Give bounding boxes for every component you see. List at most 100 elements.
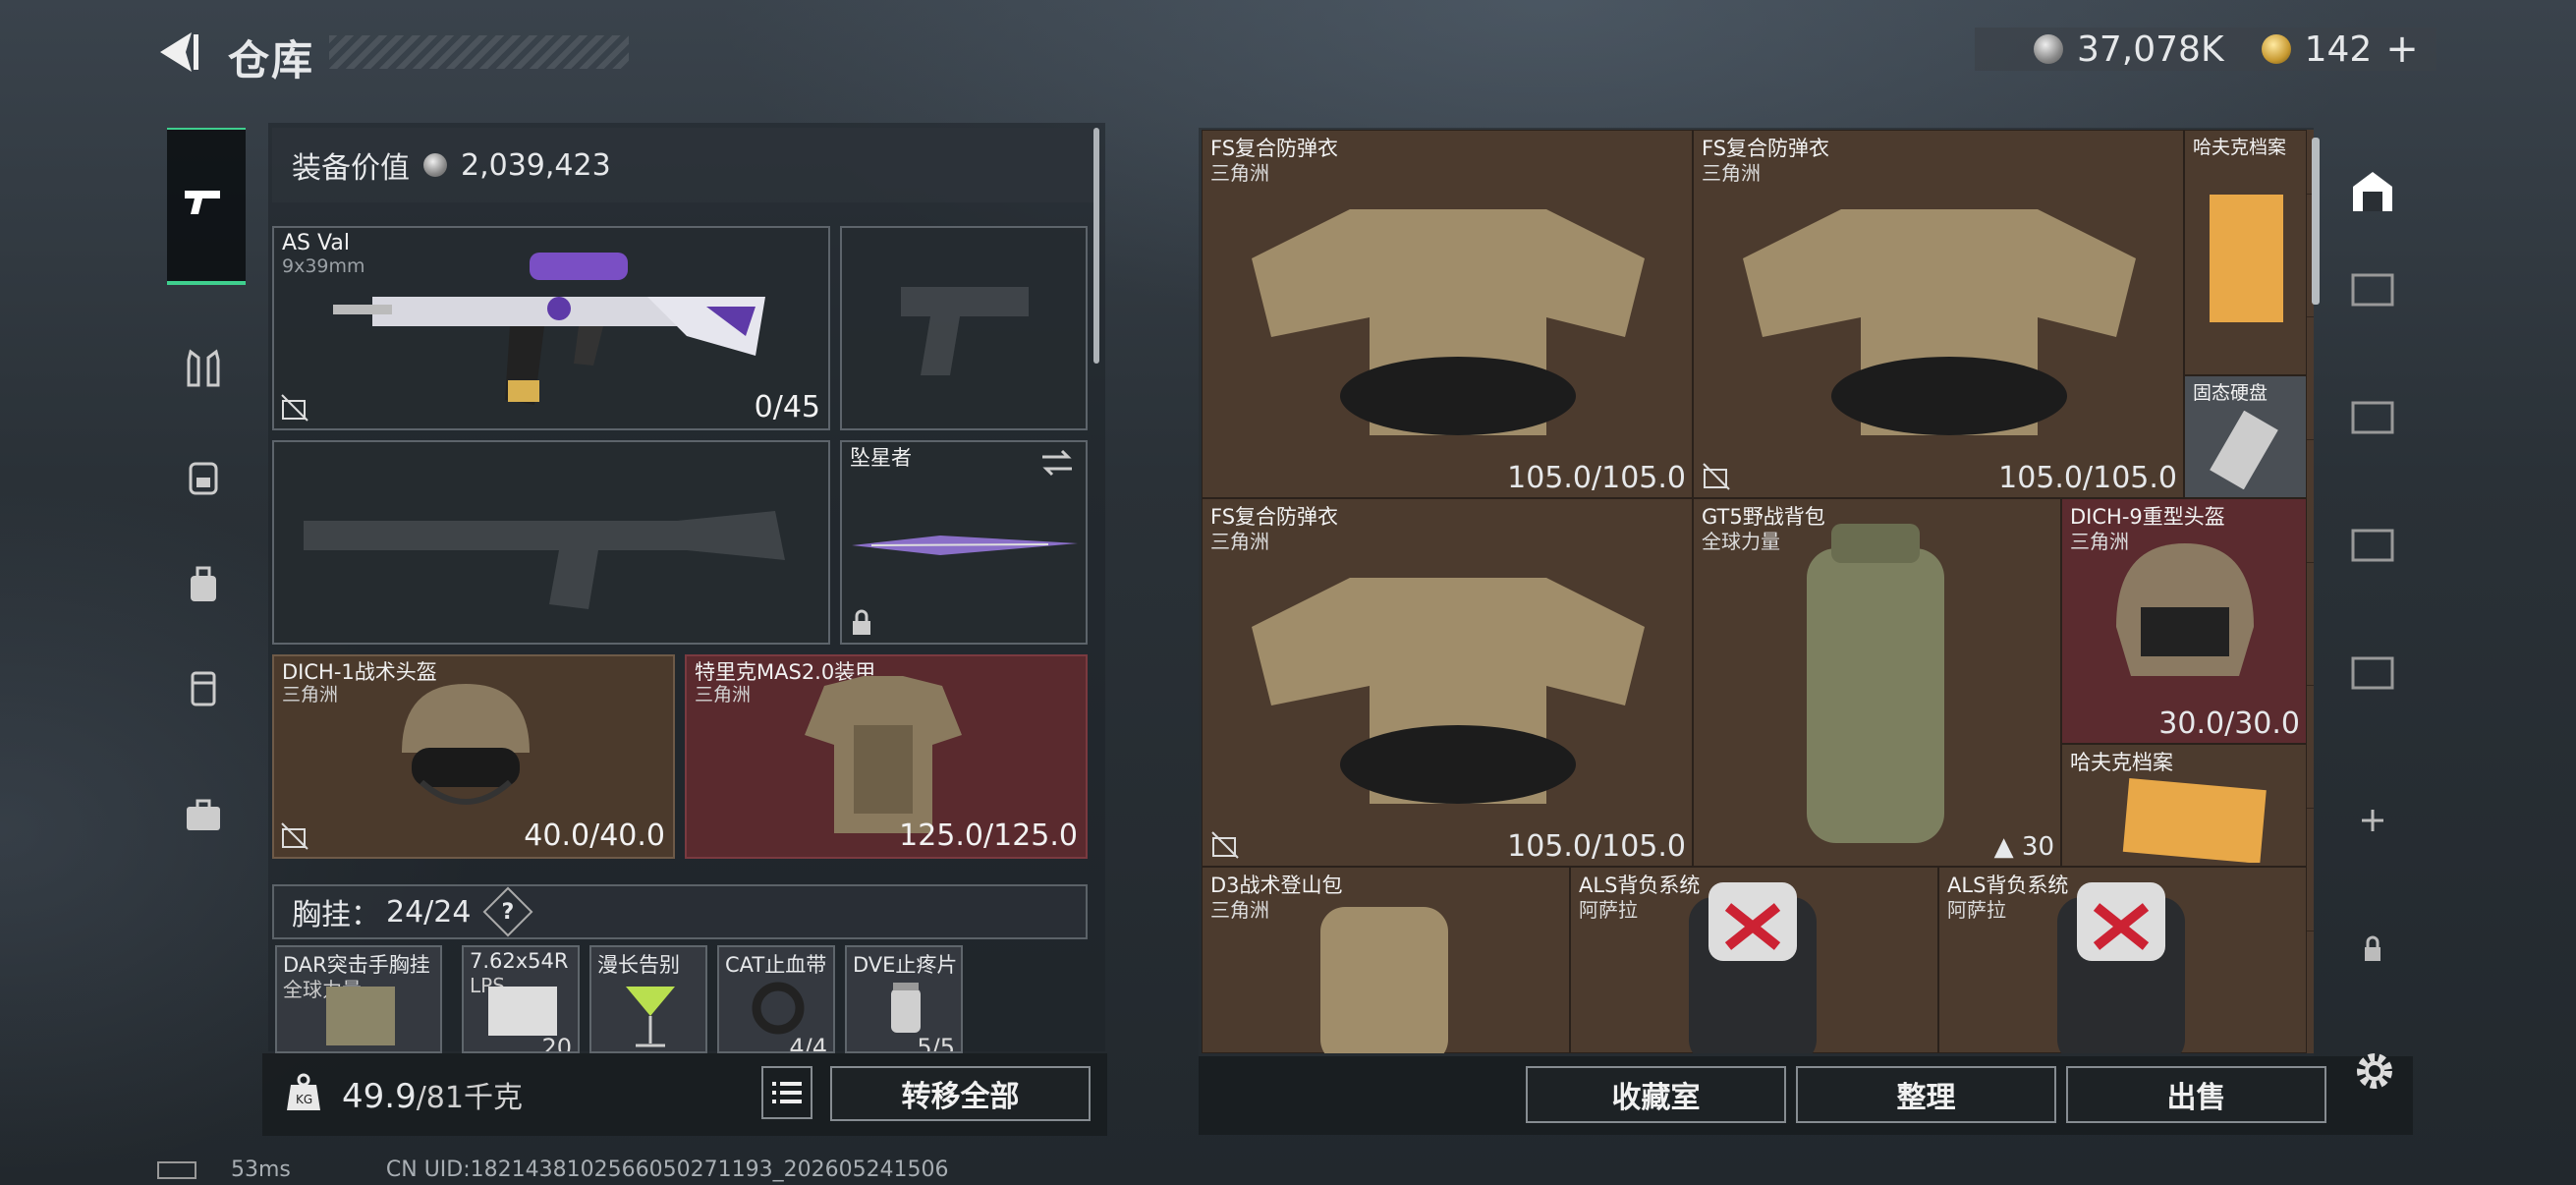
backpack-image xyxy=(1689,882,1817,1053)
tourniquet-image xyxy=(752,982,805,1035)
rifle-image xyxy=(333,253,765,405)
helmet-slot[interactable]: DICH-1战术头盔 三角洲 40.0/40.0 xyxy=(272,654,675,859)
svg-text:KG: KG xyxy=(296,1093,312,1106)
stash-page-icon[interactable] xyxy=(2348,649,2397,698)
stash-item[interactable]: ALS背负系统 阿萨拉 xyxy=(1938,867,2307,1053)
help-icon[interactable]: ? xyxy=(483,886,533,937)
stash-page-icon[interactable] xyxy=(2348,521,2397,570)
stash-item[interactable]: DICH-9重型头盔 三角洲 30.0/30.0 xyxy=(2061,498,2307,744)
gold-coin-icon xyxy=(2261,34,2291,64)
back-button[interactable] xyxy=(152,27,203,78)
armor-vest-image xyxy=(1252,209,1645,435)
capacity-value: 30 xyxy=(2021,832,2054,862)
chest-rig-header: 胸挂： 24/24 ? xyxy=(272,884,1088,939)
backpack-image xyxy=(1807,524,1944,843)
backpack-image xyxy=(1320,907,1448,1053)
stash-page-nav xyxy=(2328,157,2417,1042)
left-category-nav xyxy=(157,113,255,1105)
vest-icon xyxy=(187,349,220,387)
item-name: 哈夫克档案 xyxy=(2070,751,2173,774)
document-folder-image xyxy=(2210,195,2283,322)
settings-gear-icon[interactable] xyxy=(2350,1046,2399,1096)
item-count: 4/4 xyxy=(789,1034,827,1053)
briefcase-icon xyxy=(187,799,220,830)
nav-chestrig-tab[interactable] xyxy=(169,334,238,403)
chest-item[interactable]: DVE止疼片 5/5 xyxy=(845,945,963,1053)
stash-item[interactable]: ALS背负系统 阿萨拉 xyxy=(1570,867,1938,1053)
nav-backpack-tab[interactable] xyxy=(169,442,238,511)
primary-weapon-slot[interactable]: AS Val 9x39mm 0/45 xyxy=(272,226,830,430)
capacity-icon: ▲ xyxy=(1993,832,2022,862)
equipment-value: 2,039,423 xyxy=(461,147,611,183)
add-currency-icon[interactable]: + xyxy=(2385,27,2419,72)
armor-slot[interactable]: 特里克MAS2.0装甲 三角洲 125.0/125.0 xyxy=(685,654,1088,859)
carry-weight: 49.9/81千克 xyxy=(342,1073,523,1116)
silver-coin-icon xyxy=(2034,34,2063,64)
ssd-image xyxy=(2210,411,2278,489)
equipment-scrollbar[interactable] xyxy=(1093,128,1099,364)
nav-weapons-tab[interactable] xyxy=(169,167,238,236)
stash-item[interactable]: FS复合防弹衣 三角洲 105.0/105.0 xyxy=(1202,130,1693,498)
chest-item[interactable]: 7.62x54R LPS 20 xyxy=(462,945,580,1053)
stash-item[interactable]: GT5野战背包 全球力量 ▲ 30 xyxy=(1693,498,2061,867)
equipment-value-label: 装备价值 xyxy=(292,151,410,186)
sort-button[interactable]: 整理 xyxy=(1796,1066,2056,1123)
item-brand: 阿萨拉 xyxy=(1947,898,2006,922)
stash-item[interactable]: 哈夫克档案 xyxy=(2061,744,2307,867)
swap-icon[interactable] xyxy=(1038,448,1076,478)
secondary-weapon-slot[interactable] xyxy=(272,440,830,645)
armor-durability: 125.0/125.0 xyxy=(899,818,1078,853)
equipment-value-bar: 装备价值 2,039,423 xyxy=(272,128,1094,202)
silver-amount: 37,078K xyxy=(2077,28,2224,70)
stash-page-icon[interactable] xyxy=(2348,393,2397,442)
stash-item[interactable]: D3战术登山包 三角洲 xyxy=(1202,867,1570,1053)
lock-icon xyxy=(853,609,870,635)
item-name: CAT止血带 xyxy=(725,953,827,977)
armor-vest-image xyxy=(1252,578,1645,804)
knife-image xyxy=(852,536,1078,555)
chest-rig-image xyxy=(326,987,395,1045)
chest-item[interactable]: CAT止血带 4/4 xyxy=(717,945,835,1053)
weapon-ammo: 0/45 xyxy=(754,390,820,424)
stash-item[interactable]: FS复合防弹衣 三角洲 105.0/105.0 xyxy=(1693,130,2184,498)
item-brand: 三角洲 xyxy=(1210,898,1269,922)
no-insurance-icon xyxy=(1703,463,1730,490)
armor-brand: 三角洲 xyxy=(695,684,752,705)
document-folder-image xyxy=(2122,778,2267,863)
nav-pouch-tab[interactable] xyxy=(169,653,238,722)
chest-item[interactable]: DAR突击手胸挂 全球力量 xyxy=(275,945,442,1053)
bag-icon xyxy=(191,566,216,601)
transfer-all-button[interactable]: 转移全部 xyxy=(830,1066,1091,1121)
pouch-icon xyxy=(191,671,216,706)
weight-icon: KG xyxy=(287,1073,320,1110)
stash-grid: FS复合防弹衣 三角洲 105.0/105.0 FS复合防弹衣 三角洲 105.… xyxy=(1202,130,2314,1053)
helmet-image xyxy=(402,684,530,805)
rifle-silhouette-icon xyxy=(304,511,785,609)
nav-bag-tab[interactable] xyxy=(169,550,238,619)
sell-button[interactable]: 出售 xyxy=(2066,1066,2326,1123)
sidearm-slot[interactable] xyxy=(840,226,1088,430)
pill-bottle-image xyxy=(891,983,921,1033)
cocktail-image xyxy=(626,987,675,1047)
stash-home-icon[interactable] xyxy=(2348,167,2397,216)
list-view-button[interactable] xyxy=(761,1066,812,1119)
ping-value: 53ms xyxy=(231,1157,291,1182)
stash-item[interactable]: 固态硬盘 xyxy=(2184,375,2307,498)
stash-item[interactable]: 哈夫克档案 xyxy=(2184,130,2307,375)
item-count: 20 xyxy=(541,1034,572,1053)
no-insurance-icon xyxy=(1211,831,1239,859)
item-name: 7.62x54R xyxy=(470,949,569,973)
chest-item[interactable]: 漫长告别 xyxy=(589,945,707,1053)
stash-page-icon[interactable] xyxy=(2348,265,2397,314)
melee-slot[interactable]: 坠星者 xyxy=(840,440,1088,645)
stash-item[interactable]: FS复合防弹衣 三角洲 105.0/105.0 xyxy=(1202,498,1693,867)
nav-case-tab[interactable] xyxy=(169,781,238,850)
currency-bar[interactable]: 37,078K 142 + xyxy=(1975,27,2436,72)
helmet-brand: 三角洲 xyxy=(282,684,339,705)
melee-name: 坠星者 xyxy=(850,446,912,470)
list-icon xyxy=(772,1082,802,1103)
collection-room-button[interactable]: 收藏室 xyxy=(1526,1066,1786,1123)
title-decoration xyxy=(329,35,629,69)
add-page-icon[interactable] xyxy=(2348,796,2397,845)
stash-scrollbar[interactable] xyxy=(2312,138,2320,305)
